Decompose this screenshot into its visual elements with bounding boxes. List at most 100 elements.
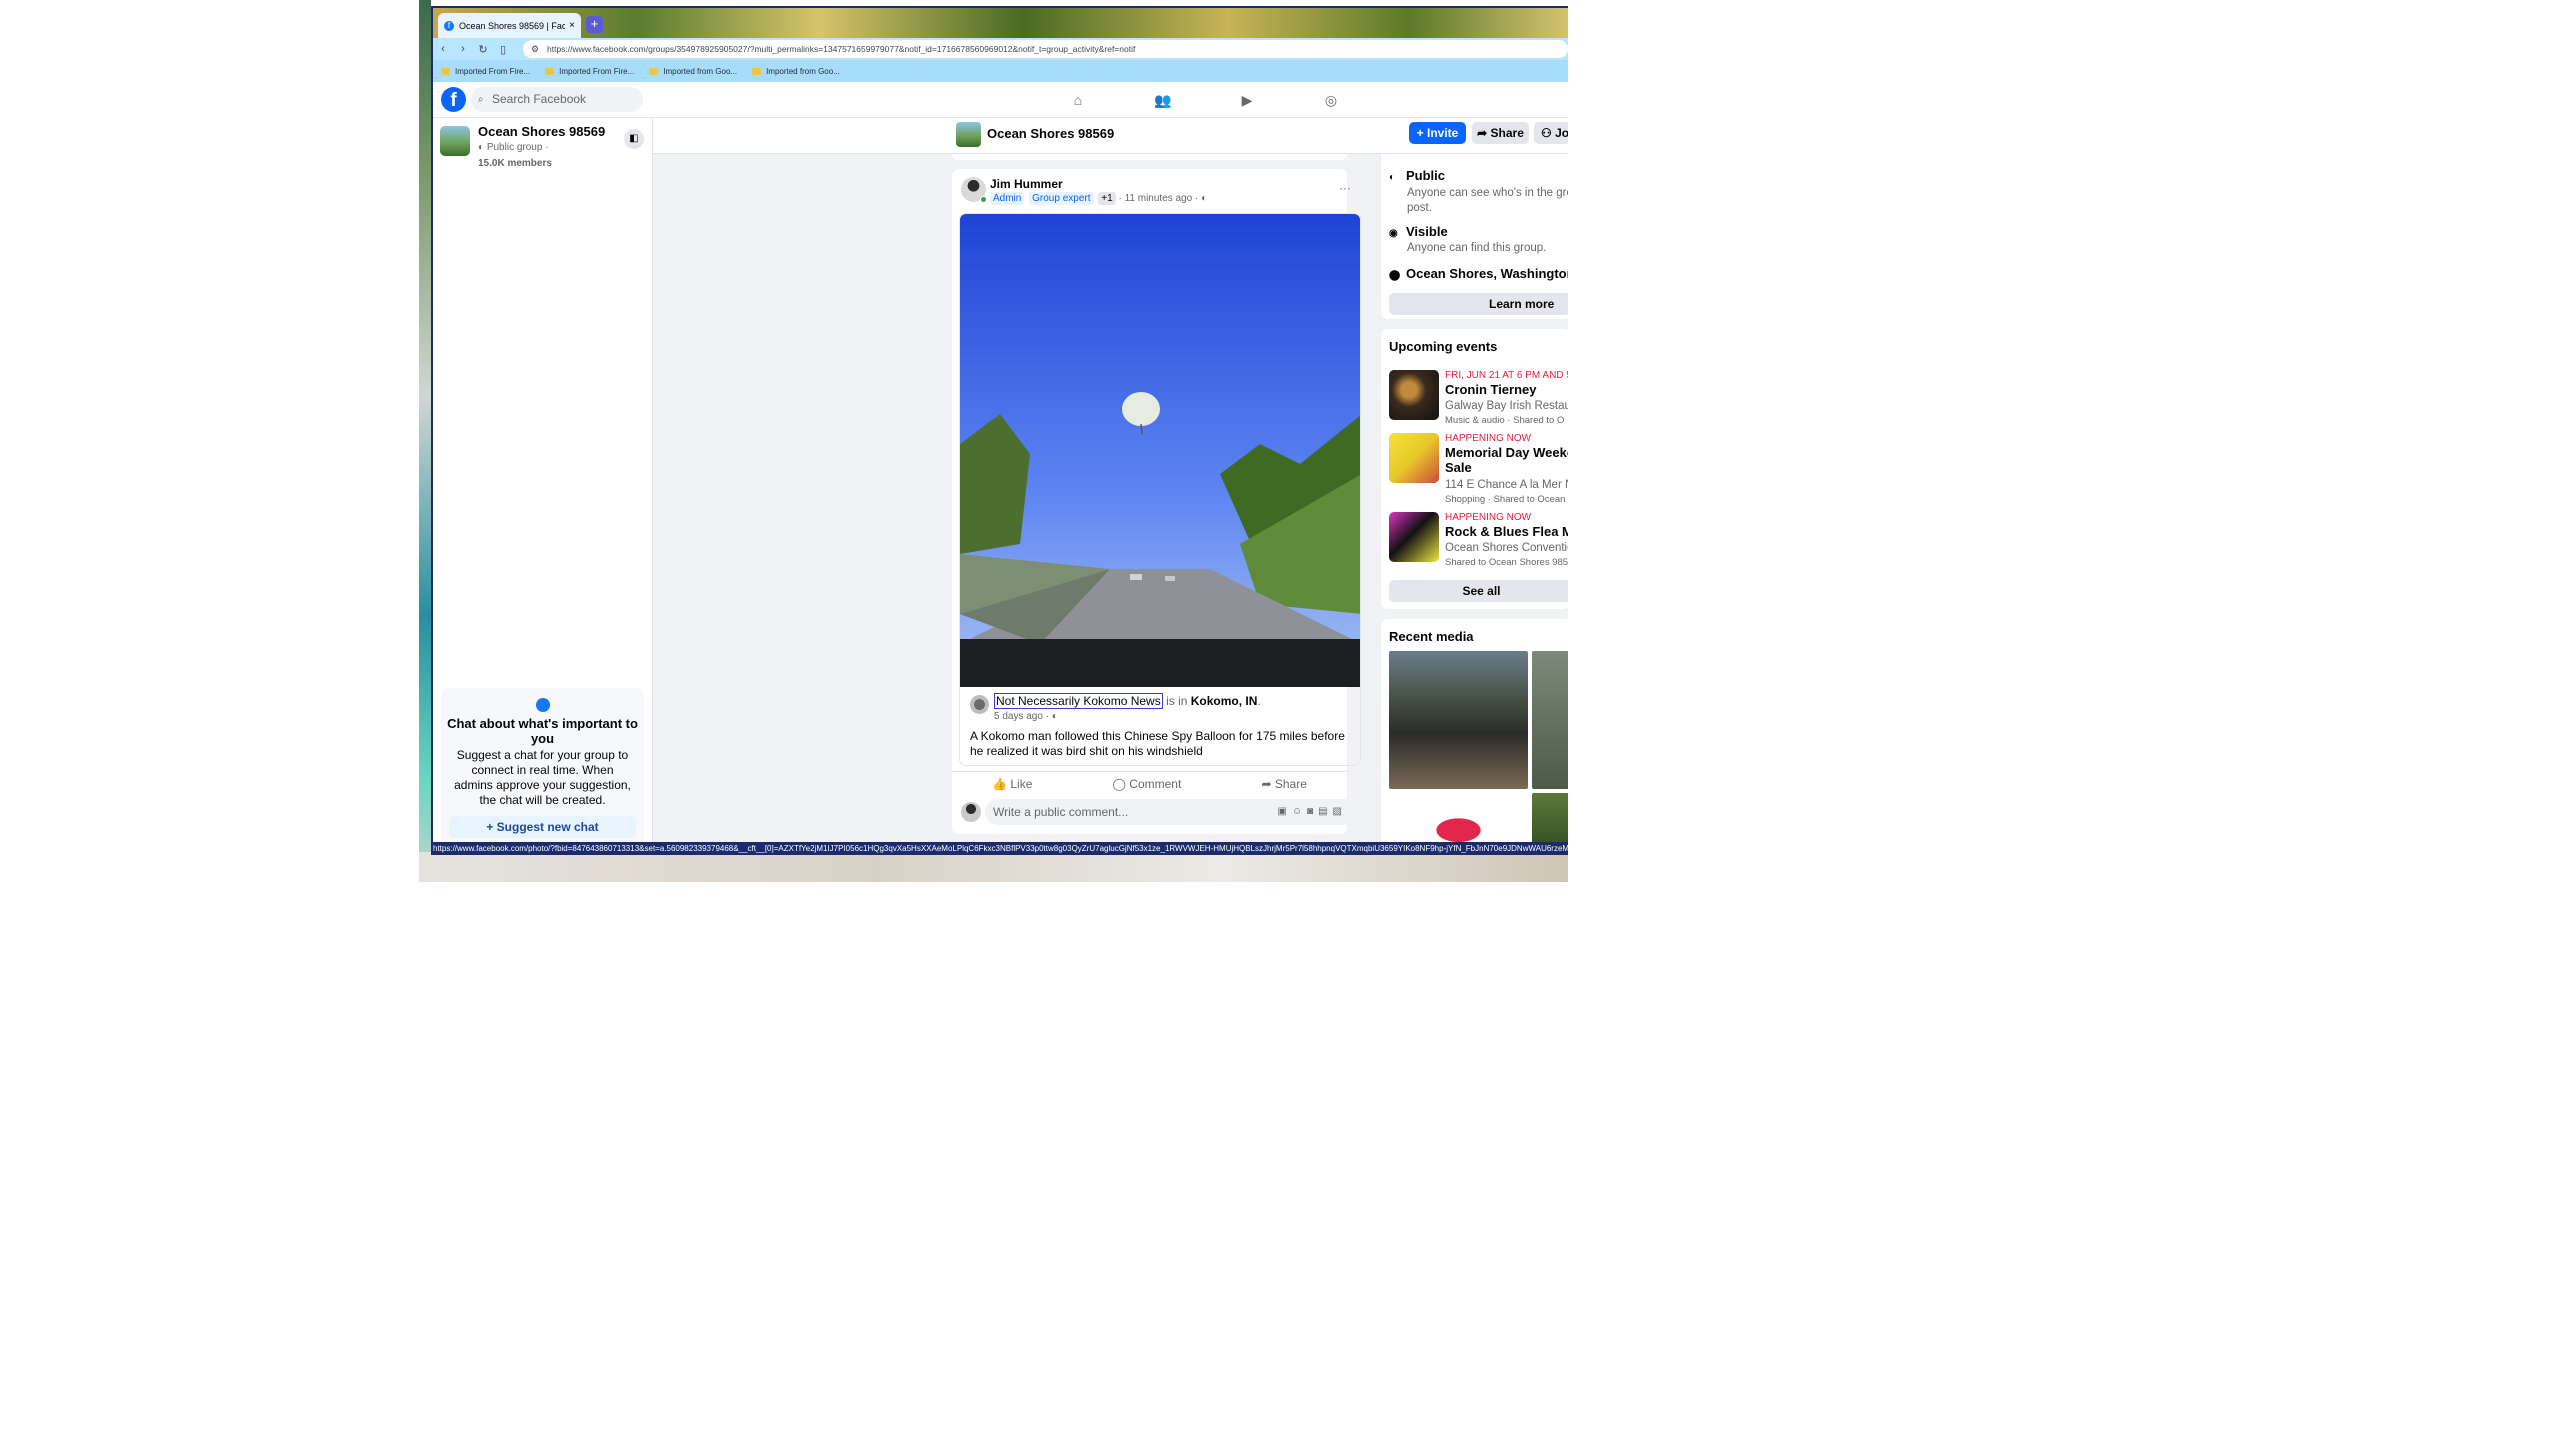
tab-close-icon[interactable]: × [569, 20, 575, 31]
event-item[interactable]: FRI, JUN 21 AT 6 PM AND 5 M Cronin Tiern… [1389, 370, 1568, 442]
globe-icon: ◐ [478, 142, 487, 153]
search-icon: ⌕ [478, 94, 484, 105]
friends-icon[interactable]: 👥 [1153, 90, 1173, 110]
collapse-sidebar-icon[interactable]: ◧ [624, 129, 644, 149]
group-expert-badge[interactable]: Group expert [1029, 192, 1094, 205]
viewer-avatar [961, 802, 981, 822]
event-when: HAPPENING NOW [1445, 433, 1532, 444]
more-badges[interactable]: +1 [1098, 192, 1116, 205]
group-name[interactable]: Ocean Shores 98569 [478, 124, 605, 139]
groups-icon[interactable]: ◎ [1321, 90, 1341, 110]
bookmark-label: Imported From Fire... [455, 66, 531, 76]
shared-time-label[interactable]: 5 days ago · [994, 711, 1049, 722]
desktop-wallpaper-bottom [419, 852, 1568, 882]
chat-title: Chat about what's important to you [447, 716, 638, 746]
facebook-logo[interactable]: f [441, 87, 466, 112]
media-thumbnail[interactable] [1532, 651, 1568, 789]
event-place: 114 E Chance A la Mer N [1445, 479, 1568, 491]
admin-badge[interactable]: Admin [990, 192, 1025, 205]
share-group-button[interactable]: ➦ Share [1472, 122, 1529, 144]
about-visible: ◉ Visible [1389, 224, 1448, 239]
share-arrow-icon: ➦ [1477, 126, 1491, 140]
event-name[interactable]: Cronin Tierney [1445, 382, 1568, 397]
source-avatar[interactable] [970, 695, 989, 714]
bookmark-label: Imported from Goo... [663, 66, 738, 76]
bookmark-folder[interactable]: Imported From Fire... [545, 67, 634, 76]
event-category: Music & audio · Shared to O [1445, 415, 1565, 426]
comment-placeholder: Write a public comment... [993, 805, 1129, 819]
tab-ocean-shores[interactable]: f Ocean Shores 98569 | Facebook × [438, 13, 581, 38]
globe-icon: ◐ [1389, 172, 1396, 183]
browser-window: f Ocean Shores 98569 | Facebook × + ‹ › … [431, 6, 1568, 853]
location-link[interactable]: Kokomo, IN [1191, 694, 1258, 708]
bookmark-label: Imported From Fire... [559, 66, 635, 76]
post-time[interactable]: · 11 minutes ago · [1118, 193, 1198, 204]
event-when: FRI, JUN 21 AT 6 PM AND 5 M [1445, 370, 1568, 381]
event-name[interactable]: Rock & Blues Flea Ma [1445, 524, 1568, 539]
shared-post[interactable]: Not Necessarily Kokomo News is in Kokomo… [959, 213, 1361, 766]
share-icon: ➦ [1261, 776, 1275, 791]
is-in-text: is in [1166, 694, 1188, 708]
shared-photo[interactable] [960, 214, 1361, 687]
search-input[interactable]: ⌕ Search Facebook [471, 87, 643, 112]
learn-more-button[interactable]: Learn more [1389, 293, 1568, 315]
video-icon[interactable]: ▶ [1237, 90, 1257, 110]
share-label: Share [1490, 126, 1524, 140]
tab-title: Ocean Shores 98569 | Facebook [459, 20, 565, 31]
comment-label: Comment [1129, 776, 1182, 791]
bookmark-folder[interactable]: Imported from Goo... [752, 67, 840, 76]
folder-icon [752, 67, 762, 75]
bookmark-icon[interactable]: ▯ [493, 43, 513, 56]
url-text: https://www.facebook.com/groups/35497892… [547, 44, 1136, 54]
folder-icon [649, 67, 659, 75]
comment-attachment-icons[interactable]: ▣☺◙▤▧ [1277, 799, 1347, 825]
see-all-events-button[interactable]: See all [1389, 580, 1568, 602]
event-image [1389, 370, 1439, 420]
event-name[interactable]: Memorial Day Weeke Garage Sale [1445, 445, 1568, 475]
share-button[interactable]: ➦ Share [1261, 777, 1306, 791]
join-button[interactable]: ⚇ Joi [1534, 122, 1568, 144]
forward-icon[interactable]: › [453, 43, 473, 55]
event-item[interactable]: HAPPENING NOW Memorial Day Weeke Garage … [1389, 433, 1568, 505]
bookmark-folder[interactable]: Imported From Fire... [441, 67, 530, 76]
source-page-link[interactable]: Not Necessarily Kokomo News [994, 693, 1163, 709]
comment-button[interactable]: ◯ Comment [1113, 777, 1182, 791]
back-icon[interactable]: ‹ [433, 43, 453, 55]
like-button[interactable]: 👍 Like [992, 777, 1032, 791]
events-title: Upcoming events [1389, 339, 1498, 354]
about-card: ◐ Public Anyone can see who's in the gro … [1381, 154, 1568, 319]
post-options-icon[interactable]: ··· [1339, 181, 1351, 195]
visible-desc: Anyone can find this group. [1407, 242, 1547, 254]
comment-input[interactable]: Write a public comment... ▣☺◙▤▧ [985, 799, 1357, 825]
location-text: Ocean Shores, Washington [1406, 266, 1568, 281]
chat-suggestion-card: Chat about what's important to you Sugge… [441, 688, 644, 848]
group-header-name[interactable]: Ocean Shores 98569 [987, 126, 1114, 141]
new-tab-button[interactable]: + [586, 16, 603, 33]
facebook-favicon-icon: f [444, 20, 454, 31]
online-indicator [980, 196, 987, 203]
group-thumbnail[interactable] [440, 126, 470, 156]
bookmark-label: Imported from Goo... [766, 66, 840, 76]
url-field[interactable]: ⚙ https://www.facebook.com/groups/354978… [523, 40, 1568, 58]
shared-time: 5 days ago · ◐ [994, 711, 1058, 722]
group-sidebar: Ocean Shores 98569 ◐ Public group · 15.0… [433, 118, 653, 853]
home-icon[interactable]: ⌂ [1068, 90, 1088, 110]
desktop-wallpaper-left [419, 0, 431, 882]
chat-bubble-icon [535, 698, 550, 712]
site-info-icon[interactable]: ⚙ [531, 40, 539, 58]
location-pin-icon: ⬤ [1389, 270, 1401, 281]
address-bar: ‹ › ↻ ▯ ⚙ https://www.facebook.com/group… [433, 38, 1568, 60]
bookmarks-bar: Imported From Fire... Imported From Fire… [433, 60, 1568, 82]
media-thumbnail[interactable] [1389, 651, 1528, 789]
previous-post-card [952, 154, 1347, 160]
upcoming-events-card: Upcoming events FRI, JUN 21 AT 6 PM AND … [1381, 329, 1568, 609]
suggest-chat-button[interactable]: + Suggest new chat [449, 816, 636, 838]
reload-icon[interactable]: ↻ [473, 43, 493, 56]
bookmark-folder[interactable]: Imported from Goo... [649, 67, 737, 76]
event-image [1389, 433, 1439, 483]
post-author[interactable]: Jim Hummer [990, 177, 1063, 191]
event-item[interactable]: HAPPENING NOW Rock & Blues Flea Ma Ocean… [1389, 512, 1568, 584]
group-members[interactable]: 15.0K members [478, 158, 552, 169]
invite-button[interactable]: + Invite [1409, 122, 1466, 144]
search-placeholder: Search Facebook [492, 92, 587, 106]
